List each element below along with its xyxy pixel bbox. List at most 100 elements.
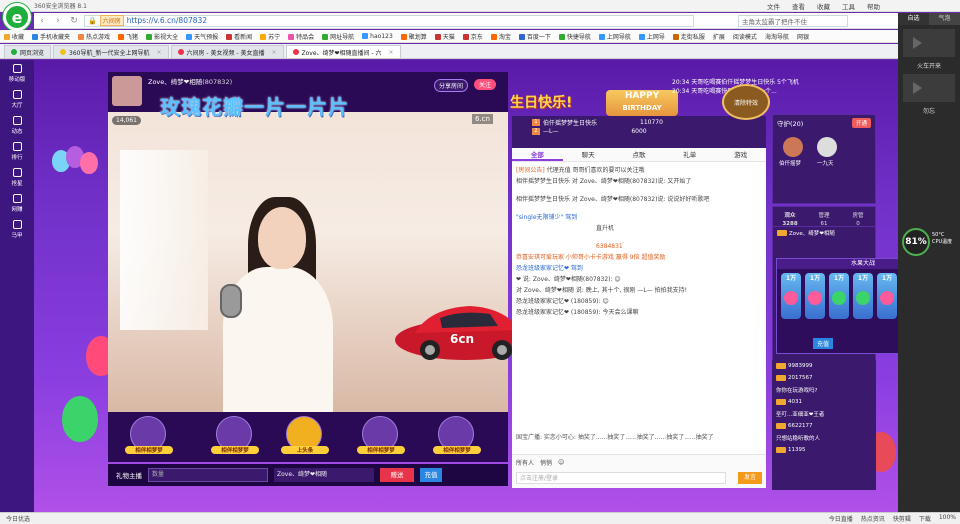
follow-button[interactable]: 关注 — [474, 79, 497, 90]
nav-mobile[interactable]: 移动版 — [0, 60, 34, 86]
bookmark-item[interactable]: 走街私服 — [672, 32, 705, 41]
audience-row[interactable]: 只想站稳听歌的人 — [772, 432, 876, 444]
tab-close-icon[interactable]: × — [271, 49, 276, 56]
guard-avatar[interactable] — [817, 137, 837, 157]
status-news[interactable]: 热点资讯 — [861, 514, 885, 523]
bookmark-item[interactable]: 看新闻 — [226, 32, 252, 41]
private-checkbox[interactable]: 悄悄 — [540, 458, 552, 467]
emoji-icon[interactable]: ☺ — [558, 459, 564, 466]
video-player[interactable]: 6cn — [108, 112, 535, 417]
tab-browse[interactable]: 网页浏览 — [4, 45, 52, 58]
share-room-button[interactable]: 分享房间 — [434, 79, 469, 92]
tab-games[interactable]: 游戏 — [715, 148, 766, 161]
bookmark-tool-extensions[interactable]: 扩展 — [713, 32, 725, 41]
gift-effect-toggle[interactable]: 清除特效 — [722, 84, 770, 120]
recipient-select[interactable]: 所有人 — [516, 458, 534, 467]
bookmark-item[interactable]: 上网导 — [638, 32, 665, 41]
guard-open-button[interactable]: 开通 — [851, 118, 871, 128]
bookmark-item[interactable]: 天气预报 — [186, 32, 218, 41]
status-download[interactable]: 下载 — [919, 514, 931, 523]
tab-360-nav[interactable]: 360导航_新一代安全上网导航 × — [53, 45, 169, 58]
gift-item[interactable]: 相伴相梦梦 — [125, 416, 173, 454]
forward-icon[interactable]: › — [52, 15, 64, 27]
rank-row[interactable]: 1 伯仟摇梦梦生日快乐 110770 — [512, 116, 766, 127]
tab-close-icon[interactable]: × — [156, 49, 161, 56]
menu-favorites[interactable]: 收藏 — [817, 1, 830, 11]
refresh-icon[interactable]: ↻ — [68, 15, 80, 27]
status-clip[interactable]: 快剪辑 — [893, 514, 911, 523]
game-charge-button[interactable]: 充值 — [813, 338, 834, 349]
gift-anchor-select[interactable]: 礼物主播 — [116, 470, 142, 480]
bookmark-item[interactable]: 淘宝 — [490, 32, 511, 41]
status-zoom[interactable]: 100% — [939, 514, 956, 523]
search-input[interactable]: 主角太监霸了把件不住 — [738, 14, 848, 27]
bookmark-item[interactable]: 聚划算 — [400, 32, 427, 41]
url-input[interactable]: 🔒 六间房 https://v.6.cn/807832 — [84, 14, 694, 27]
tab-room-managers[interactable]: 房管 0 — [841, 207, 875, 227]
bookmark-item[interactable]: 天猫 — [434, 32, 455, 41]
nav-hall[interactable]: 大厅 — [0, 86, 34, 112]
tab-all[interactable]: 全部 — [512, 148, 563, 161]
tab-close-icon[interactable]: × — [389, 49, 394, 56]
tab-song[interactable]: 点歌 — [614, 148, 665, 161]
guard-avatar[interactable] — [783, 137, 803, 157]
sidebar-video-thumb[interactable] — [903, 74, 955, 102]
game-slot[interactable]: 1万 — [781, 273, 801, 319]
bookmark-item[interactable]: 京东 — [462, 32, 483, 41]
audience-row[interactable]: 4031 — [772, 396, 876, 408]
nav-earn[interactable]: 网赚 — [0, 190, 34, 216]
bookmark-item[interactable]: 手机收藏夹 — [32, 32, 70, 41]
tab-admins[interactable]: 管理 61 — [807, 207, 841, 227]
tab-6cn-home[interactable]: 六间房 - 美女视频 - 美女直播 × — [170, 45, 284, 58]
tab-chat[interactable]: 聊天 — [563, 148, 614, 161]
tab-giftlist[interactable]: 礼单 — [664, 148, 715, 161]
gift-target-select[interactable]: Zove、绮梦❤相随 — [274, 468, 374, 482]
sidebar-tab-custom[interactable]: 自选 — [898, 13, 929, 25]
menu-view[interactable]: 查看 — [792, 1, 805, 11]
audience-row[interactable]: 你你在玩游戏吗? — [772, 384, 876, 396]
bookmark-item[interactable]: 飞猪 — [118, 32, 138, 41]
send-gift-button[interactable]: 赠送 — [380, 468, 414, 482]
bookmark-tool-bank[interactable]: 网银 — [797, 32, 809, 41]
audience-row[interactable]: Zove、绮梦❤相随 — [773, 227, 875, 239]
audience-row[interactable]: 11395 — [772, 444, 876, 456]
menu-file[interactable]: 文件 — [767, 1, 780, 11]
sidebar-tab-bubble[interactable]: 气泡 — [929, 13, 960, 25]
nav-vest[interactable]: 马甲 — [0, 216, 34, 242]
bookmark-item[interactable]: 特品会 — [288, 32, 314, 41]
bookmark-item[interactable]: 网址导航 — [322, 32, 354, 41]
game-slot[interactable]: 1万 — [805, 273, 825, 319]
status-today-picks[interactable]: 今日优选 — [6, 514, 30, 523]
tab-live-room[interactable]: Zove、绮梦❤相随直播间 - 六 × — [285, 45, 401, 58]
bookmark-item[interactable]: 热点游戏 — [78, 32, 110, 41]
anchor-avatar[interactable] — [112, 76, 142, 106]
sidebar-video-thumb[interactable] — [903, 29, 955, 57]
audience-row[interactable]: 6622177 — [772, 420, 876, 432]
chat-input[interactable]: 点击注册/登录 — [516, 472, 726, 484]
game-slot[interactable]: 1万 — [853, 273, 873, 319]
rank-row[interactable]: 2 —L— 6000 — [512, 126, 766, 136]
nav-star[interactable]: 抢星 — [0, 164, 34, 190]
menu-help[interactable]: 帮助 — [867, 1, 880, 11]
charge-button[interactable]: 充值 — [420, 468, 442, 482]
nav-dynamic[interactable]: 动态 — [0, 112, 34, 138]
anchor-name[interactable]: Zove、绮梦❤相随(807832) — [148, 76, 232, 86]
audience-row[interactable]: 2017567 — [772, 372, 876, 384]
send-message-button[interactable]: 发言 — [738, 472, 762, 484]
gift-quantity-input[interactable]: 数量 — [148, 468, 268, 482]
bookmark-item[interactable]: 上网导航 — [598, 32, 631, 41]
url-text[interactable]: https://v.6.cn/807832 — [127, 16, 207, 25]
nav-rank[interactable]: 排行 — [0, 138, 34, 164]
menu-tools[interactable]: 工具 — [842, 1, 855, 11]
gift-item[interactable]: 相伴相梦梦 — [357, 416, 405, 454]
audience-row[interactable]: 圣叮...亚细亚❤王者 — [772, 408, 876, 420]
browser-logo-icon[interactable]: e — [3, 3, 31, 31]
back-icon[interactable]: ‹ — [36, 15, 48, 27]
gift-item[interactable]: 相伴相梦梦 — [211, 416, 259, 454]
gift-item-headline[interactable]: 上头条 — [281, 416, 329, 454]
audience-row[interactable]: 9983999 — [772, 360, 876, 372]
game-slot[interactable]: 1万 — [829, 273, 849, 319]
bookmark-item[interactable]: 快捷导航 — [558, 32, 591, 41]
cpu-usage-gauge[interactable]: 81% — [902, 228, 930, 256]
bookmark-item[interactable]: hao123 — [362, 33, 393, 40]
